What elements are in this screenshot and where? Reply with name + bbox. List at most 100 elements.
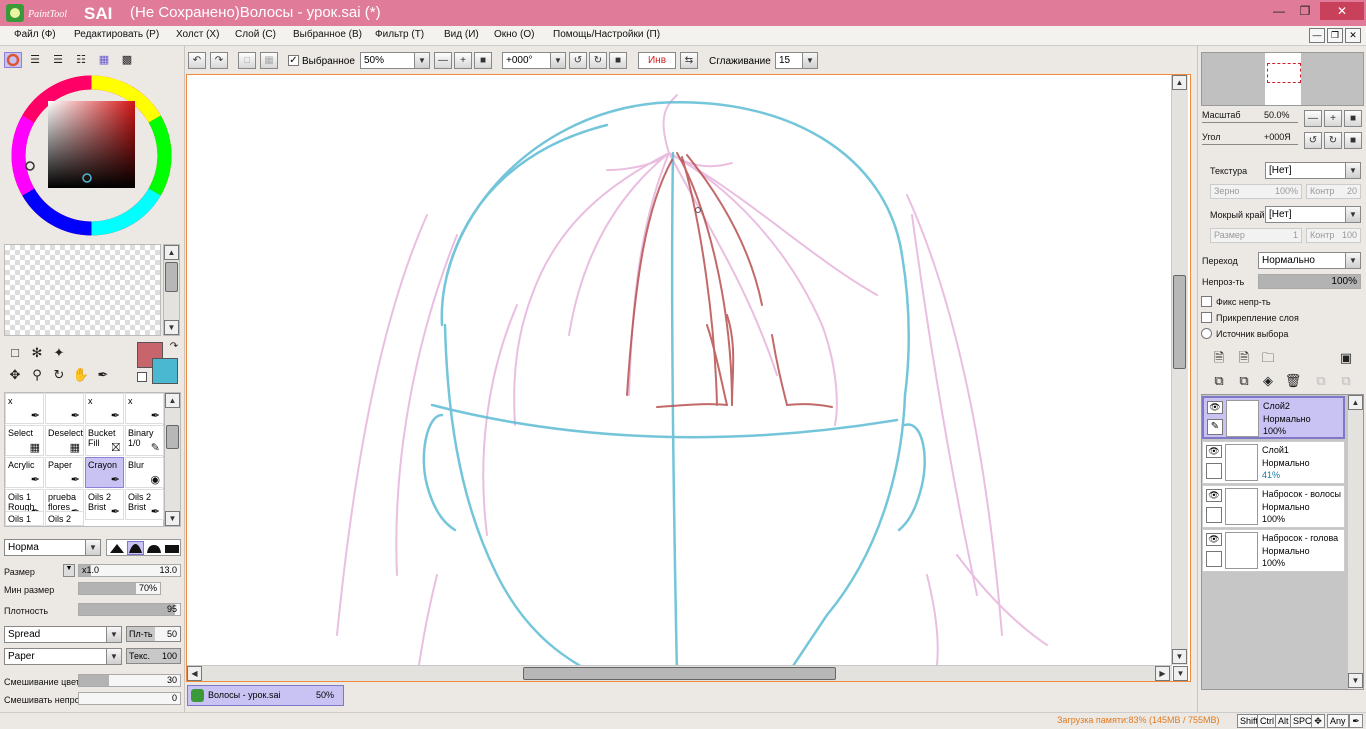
contrast-field[interactable]: Контр 20 bbox=[1306, 184, 1361, 199]
new-linework-layer-icon[interactable]: 🗎 bbox=[1235, 349, 1253, 367]
brush-cell-blur[interactable]: Blur ◉ bbox=[125, 457, 164, 488]
delete-layer-icon[interactable]: 🗑 bbox=[1284, 372, 1302, 390]
size-slider[interactable]: x1.0 13.0 bbox=[78, 564, 181, 577]
layer-item[interactable]: 👁 ✎ Слой2 Нормально 100% bbox=[1202, 396, 1345, 439]
scroll-thumb[interactable] bbox=[166, 425, 179, 449]
redo-button[interactable]: ↷ bbox=[210, 52, 228, 69]
document-tab[interactable]: Волосы - урок.sai 50% bbox=[187, 685, 344, 706]
menu-window[interactable]: Окно (О) bbox=[494, 29, 534, 40]
brush-cell[interactable]: x ✒ bbox=[85, 393, 124, 424]
layer-lock-box[interactable] bbox=[1206, 463, 1222, 479]
canvas-vertical-scrollbar[interactable]: ▲ ▼ bbox=[1171, 75, 1188, 665]
brush-cell-select[interactable]: Select ▦ bbox=[5, 425, 44, 456]
wet-edge-select[interactable]: [Нет] ▼ bbox=[1265, 206, 1361, 223]
layer-blend-select[interactable]: Нормально ▼ bbox=[1258, 252, 1361, 269]
scroll-down-button[interactable]: ▼ bbox=[1172, 649, 1187, 664]
brush-cell-paper[interactable]: Paper ✒ bbox=[45, 457, 84, 488]
clip-layer-checkbox[interactable] bbox=[1201, 312, 1212, 323]
brush-cell-deselect[interactable]: Deselect ▦ bbox=[45, 425, 84, 456]
mdi-minimize-button[interactable]: — bbox=[1309, 28, 1325, 43]
wet-size-field[interactable]: Размер 1 bbox=[1210, 228, 1302, 243]
nav-zoom-out-button[interactable]: — bbox=[1304, 110, 1322, 127]
crop-button[interactable]: ▦ bbox=[260, 52, 278, 69]
edge-flat-icon[interactable] bbox=[164, 542, 180, 554]
blend-opacity-slider[interactable]: 0 bbox=[78, 692, 181, 705]
layer-item[interactable]: 👁 Набросок - волосы Нормально 100% bbox=[1202, 485, 1345, 528]
scroll-up-button[interactable]: ▲ bbox=[1348, 395, 1363, 410]
menu-layer[interactable]: Слой (С) bbox=[235, 29, 276, 40]
zoom-in-button[interactable]: + bbox=[454, 52, 472, 69]
nav-rotate-right-button[interactable]: ↻ bbox=[1324, 132, 1342, 149]
pencil-icon[interactable]: ✎ bbox=[1207, 419, 1223, 435]
nav-zoom-slider[interactable] bbox=[1202, 122, 1298, 123]
eye-icon[interactable]: 👁 bbox=[1206, 445, 1222, 458]
size-dropdown-button[interactable]: ▼ bbox=[63, 564, 75, 577]
navigator-preview[interactable] bbox=[1201, 52, 1364, 106]
scratchpad-icon[interactable]: ▩ bbox=[118, 51, 136, 69]
menu-view[interactable]: Вид (И) bbox=[444, 29, 479, 40]
edge-medium-icon[interactable] bbox=[146, 542, 162, 554]
brush-cell[interactable]: x ✒ bbox=[125, 393, 164, 424]
color-wheel[interactable] bbox=[10, 74, 173, 237]
selection-source-radio[interactable] bbox=[1201, 328, 1212, 339]
scroll-left-button[interactable]: ◀ bbox=[187, 666, 202, 681]
secondary-color-swatch[interactable] bbox=[152, 358, 178, 384]
color-wheel-tab[interactable] bbox=[4, 52, 22, 68]
menu-help[interactable]: Помощь/Настройки (П) bbox=[553, 29, 660, 40]
swatches-icon[interactable]: ▦ bbox=[95, 51, 113, 69]
brush-cell-oils2-brist-b[interactable]: Oils 2 Brist ✒ bbox=[125, 489, 164, 520]
palette-icon[interactable]: ☷ bbox=[72, 51, 90, 69]
close-button[interactable]: ✕ bbox=[1320, 2, 1364, 20]
rotate-left-button[interactable]: ↺ bbox=[569, 52, 587, 69]
scroll-right-button[interactable]: ▶ bbox=[1155, 666, 1170, 681]
layer-item[interactable]: 👁 Набросок - голова Нормально 100% bbox=[1202, 529, 1345, 572]
brush-cell[interactable]: x ✒ bbox=[5, 393, 44, 424]
brush-cell-acrylic[interactable]: Acrylic ✒ bbox=[5, 457, 44, 488]
new-folder-icon[interactable]: 🗀 bbox=[1259, 349, 1277, 367]
new-layer-icon[interactable]: 🗎 bbox=[1210, 349, 1228, 367]
rotate-reset-button[interactable]: ■ bbox=[609, 52, 627, 69]
density-slider[interactable]: 95 bbox=[78, 603, 181, 616]
edge-hard-icon[interactable] bbox=[109, 542, 125, 554]
eye-icon[interactable]: 👁 bbox=[1206, 533, 1222, 546]
mdi-close-button[interactable]: ✕ bbox=[1345, 28, 1361, 43]
invert-view-button[interactable]: Инв bbox=[638, 52, 676, 69]
zoom-icon[interactable]: ⚲ bbox=[28, 366, 46, 384]
maximize-button[interactable]: ❐ bbox=[1292, 2, 1318, 20]
swap-colors-icon[interactable]: ↷ bbox=[165, 338, 183, 356]
angle-select[interactable]: +000° ▼ bbox=[502, 52, 566, 69]
scroll-down-button[interactable]: ▼ bbox=[164, 320, 179, 335]
layer-opacity-slider[interactable]: 100% bbox=[1258, 274, 1361, 289]
nav-zoom-in-button[interactable]: + bbox=[1324, 110, 1342, 127]
layer-option-icon[interactable]: ⧉ bbox=[1312, 372, 1330, 390]
menu-selection[interactable]: Выбранное (В) bbox=[293, 29, 362, 40]
zoom-reset-button[interactable]: ■ bbox=[474, 52, 492, 69]
merge-down-icon[interactable]: ⧉ bbox=[1235, 372, 1253, 390]
eyedropper-icon[interactable]: ✒ bbox=[94, 366, 112, 384]
reset-colors-icon[interactable] bbox=[137, 372, 147, 382]
zoom-out-button[interactable]: — bbox=[434, 52, 452, 69]
lasso-icon[interactable]: ✻ bbox=[28, 344, 46, 362]
scroll-up-button[interactable]: ▲ bbox=[1172, 75, 1187, 90]
rotate-icon[interactable]: ↻ bbox=[50, 366, 68, 384]
texture-strength-slider[interactable]: Текс. 100 bbox=[126, 648, 181, 664]
minimize-button[interactable]: — bbox=[1266, 2, 1292, 20]
scroll-thumb[interactable] bbox=[1173, 275, 1186, 369]
shape-strength-slider[interactable]: Пл-ть 50 bbox=[126, 626, 181, 642]
brush-cell-oils1-blend[interactable]: Oils 1 Blend bbox=[5, 511, 44, 526]
menu-canvas[interactable]: Холст (Х) bbox=[176, 29, 219, 40]
brush-cell-crayon[interactable]: Crayon ✒ bbox=[85, 457, 124, 488]
brush-cell-oils2-blend[interactable]: Oils 2 Blend bbox=[45, 511, 84, 526]
grain-field[interactable]: Зерно 100% bbox=[1210, 184, 1302, 199]
magic-wand-icon[interactable]: ✦ bbox=[50, 344, 68, 362]
layer-option2-icon[interactable]: ⧉ bbox=[1337, 372, 1355, 390]
menu-file[interactable]: Файл (Ф) bbox=[14, 29, 56, 40]
scroll-thumb[interactable] bbox=[165, 262, 178, 292]
rect-select-icon[interactable]: □ bbox=[6, 344, 24, 362]
layer-lock-box[interactable] bbox=[1206, 551, 1222, 567]
menu-edit[interactable]: Редактировать (Р) bbox=[74, 29, 159, 40]
scroll-thumb[interactable] bbox=[523, 667, 836, 680]
scratchpad-scrollbar[interactable]: ▲ ▼ bbox=[163, 244, 180, 336]
brush-shape-select[interactable]: Spread ▼ bbox=[4, 626, 122, 643]
zoom-select[interactable]: 50% ▼ bbox=[360, 52, 430, 69]
